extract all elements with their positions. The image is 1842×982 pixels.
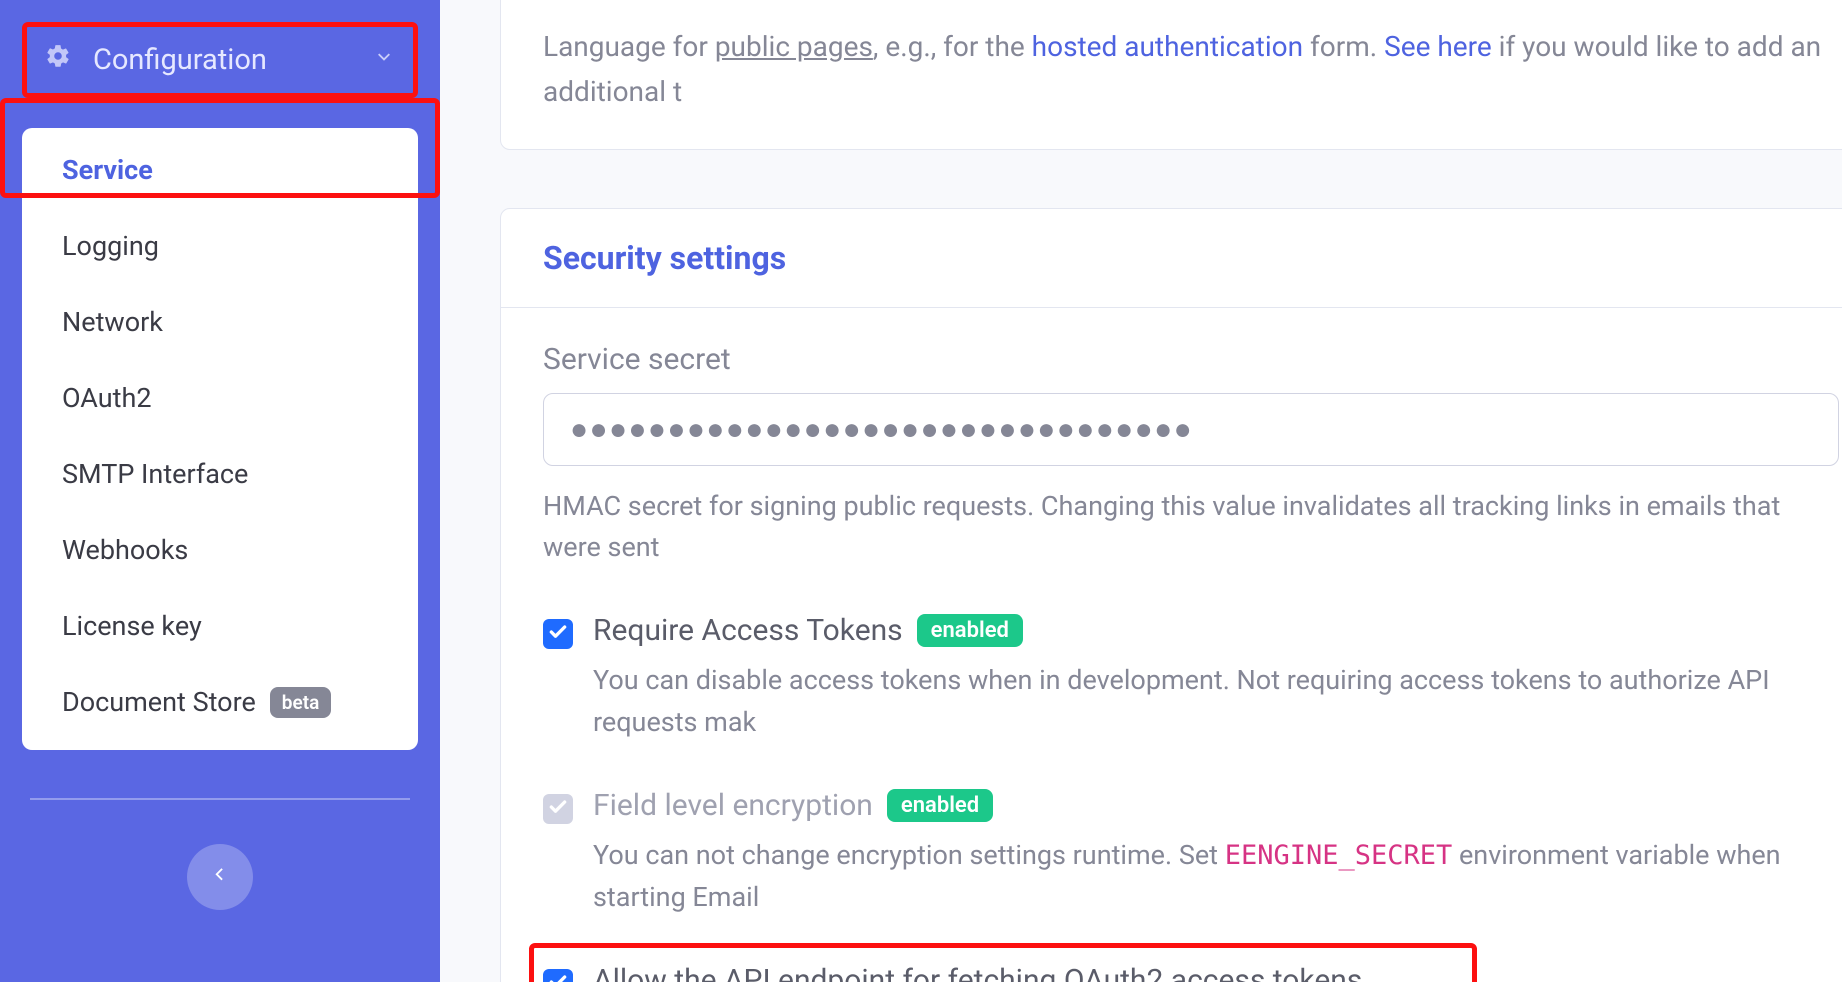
sidebar-section-label: Configuration [93, 43, 373, 77]
checkmark-icon [548, 972, 568, 982]
sidebar-item-document-store[interactable]: Document Store beta [22, 664, 418, 740]
chevron-down-icon [373, 43, 395, 77]
sidebar-section-configuration[interactable]: Configuration [22, 22, 418, 98]
require-access-tokens-checkbox[interactable] [543, 619, 573, 649]
sidebar-item-label: Webhooks [62, 534, 188, 566]
sidebar-item-label: Network [62, 306, 163, 338]
require-access-tokens-label: Require Access Tokens [593, 613, 903, 648]
allow-oauth2-api-checkbox[interactable] [543, 969, 573, 982]
language-card: Language for public pages, e.g., for the… [500, 0, 1842, 150]
beta-badge: beta [270, 687, 332, 718]
field-level-encryption-help: You can not change encryption settings r… [593, 835, 1839, 919]
language-help-text: Language for public pages, e.g., for the… [543, 25, 1839, 115]
sidebar-item-label: License key [62, 610, 202, 642]
gear-icon [45, 43, 71, 77]
enabled-badge: enabled [917, 614, 1023, 647]
service-secret-help: HMAC secret for signing public requests.… [543, 486, 1839, 570]
sidebar-item-label: Service [62, 154, 153, 186]
sidebar-item-webhooks[interactable]: Webhooks [22, 512, 418, 588]
sidebar-item-label: Logging [62, 230, 159, 262]
sidebar-item-smtp-interface[interactable]: SMTP Interface [22, 436, 418, 512]
chevron-left-icon [209, 864, 231, 890]
sidebar-collapse-button[interactable] [187, 844, 253, 910]
env-var-code: EENGINE_SECRET [1225, 840, 1453, 871]
security-settings-title: Security settings [543, 239, 1839, 277]
sidebar-item-license-key[interactable]: License key [22, 588, 418, 664]
checkmark-icon [548, 622, 568, 646]
checkmark-icon [548, 797, 568, 821]
enabled-badge: enabled [887, 789, 993, 822]
sidebar-divider [30, 798, 410, 800]
hosted-authentication-link[interactable]: hosted authentication [1032, 30, 1303, 63]
sidebar-item-label: SMTP Interface [62, 458, 248, 490]
require-access-tokens-help: You can disable access tokens when in de… [593, 660, 1839, 744]
service-secret-label: Service secret [543, 342, 1839, 377]
field-level-encryption-label: Field level encryption [593, 788, 873, 823]
sidebar-item-logging[interactable]: Logging [22, 208, 418, 284]
see-here-link[interactable]: See here [1384, 30, 1492, 63]
security-settings-card: Security settings Service secret HMAC se… [500, 208, 1842, 982]
field-level-encryption-checkbox [543, 794, 573, 824]
main-content: Language for public pages, e.g., for the… [440, 0, 1842, 982]
sidebar: Configuration Service Logging Network OA… [0, 0, 440, 982]
sidebar-item-oauth2[interactable]: OAuth2 [22, 360, 418, 436]
allow-oauth2-api-label: Allow the API endpoint for fetching OAut… [593, 963, 1362, 982]
sidebar-item-network[interactable]: Network [22, 284, 418, 360]
sidebar-submenu: Service Logging Network OAuth2 SMTP Inte… [22, 128, 418, 750]
sidebar-item-label: OAuth2 [62, 382, 152, 414]
sidebar-item-service[interactable]: Service [22, 132, 418, 208]
service-secret-input[interactable] [543, 393, 1839, 466]
sidebar-item-label: Document Store [62, 686, 256, 718]
